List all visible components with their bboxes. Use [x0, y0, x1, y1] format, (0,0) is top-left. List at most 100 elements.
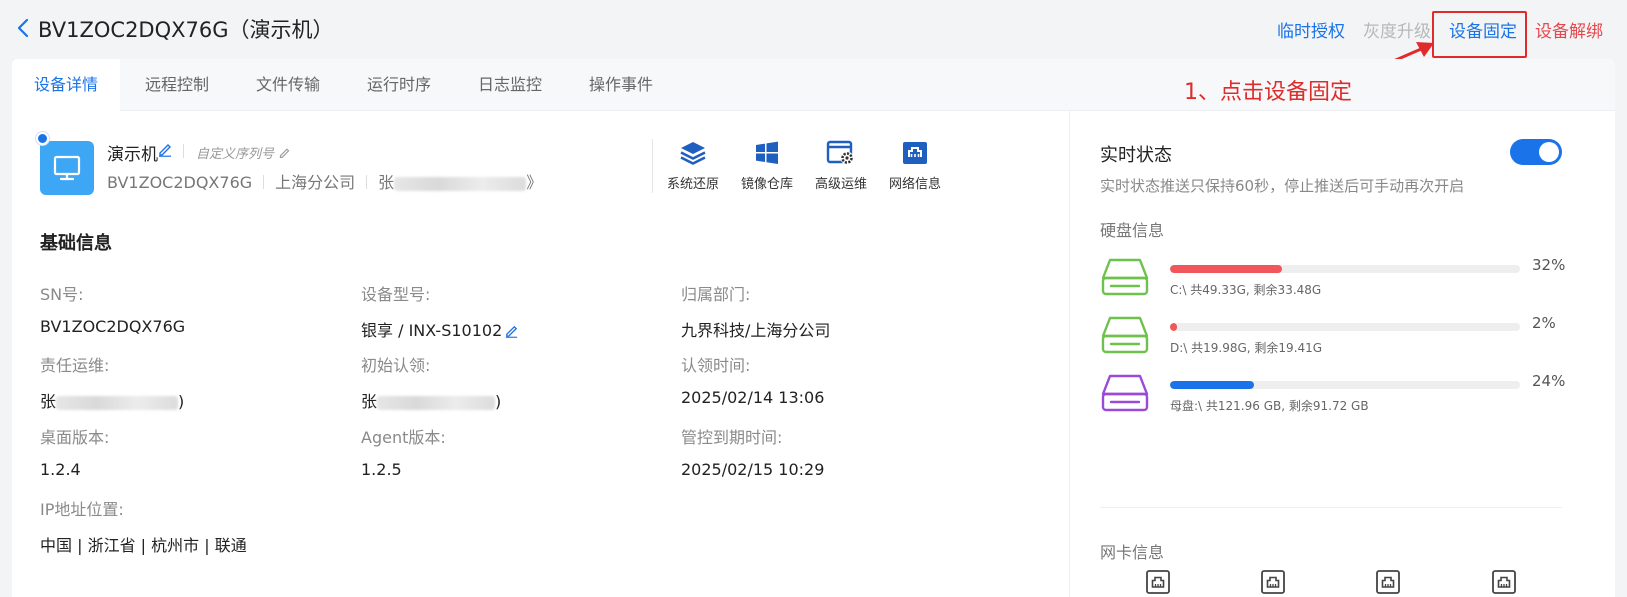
annotation-highlight-box: [1432, 11, 1527, 58]
disk-usage-bar: [1170, 381, 1520, 389]
device-details-pane: 演示机 自定义序列号 BV1ZOC2DQX76G 上海分公司张》 系统还原 镜像…: [12, 111, 1068, 597]
ops-value: 张): [40, 388, 184, 412]
settings-window-icon: [826, 140, 854, 165]
ip-location-label: IP地址位置:: [40, 500, 124, 519]
nic-item[interactable]: 以太网 8: [1102, 569, 1214, 597]
nic-item[interactable]: Loopback Pseudo: [1448, 569, 1560, 597]
basic-info-title: 基础信息: [40, 233, 112, 254]
tab-device-details[interactable]: 设备详情: [12, 59, 121, 112]
device-owner-prefix: 张: [378, 173, 395, 192]
model-value: 银享 / INX-S10102: [361, 321, 503, 340]
tool-label: 镜像仓库: [740, 177, 793, 192]
expire-value: 2025/02/15 10:29: [681, 460, 825, 479]
claim-value: 张): [361, 388, 501, 412]
redacted-owner: [394, 176, 527, 191]
tab-file-transfer[interactable]: 文件传输: [256, 59, 320, 111]
hard-drive-icon: [1101, 258, 1149, 296]
hard-drive-icon: [1101, 316, 1149, 354]
model-label: 设备型号:: [361, 285, 431, 304]
nic-info-title: 网卡信息: [1100, 543, 1165, 562]
desktop-version-label: 桌面版本:: [40, 428, 110, 447]
meta-divider: [366, 175, 368, 189]
gray-upgrade-button[interactable]: 灰度升级: [1363, 17, 1431, 42]
edit-name-icon[interactable]: [157, 141, 173, 157]
tool-label: 系统还原: [666, 177, 719, 192]
disk-usage-fill: [1170, 323, 1177, 331]
ops-value-prefix: 张: [40, 392, 57, 411]
page-header: BV1ZOC2DQX76G（演示机） 临时授权 灰度升级 设备固定 设备解绑: [0, 0, 1627, 68]
system-restore-button[interactable]: 系统还原: [658, 139, 728, 192]
disk-usage-bar: [1170, 323, 1520, 331]
network-info-button[interactable]: 网络信息: [880, 139, 950, 192]
dept-label: 归属部门:: [681, 285, 751, 304]
disk-capacity-info: D:\ 共19.98G, 剩余19.41G: [1170, 341, 1323, 355]
nic-item[interactable]: 蓝牙网络连接 5: [1332, 569, 1444, 597]
claim-time-label: 认领时间:: [681, 356, 751, 375]
realtime-description: 实时状态推送只保持60秒，停止推送后可手动再次开启: [1100, 177, 1465, 195]
network-icon: [903, 142, 927, 164]
hard-drive-icon: [1101, 374, 1149, 412]
agent-version-label: Agent版本:: [361, 428, 446, 447]
advanced-ops-button[interactable]: 高级运维: [806, 139, 876, 192]
disk-capacity-info: C:\ 共49.33G, 剩余33.48G: [1170, 283, 1322, 297]
disk-capacity-info: 母盘:\ 共121.96 GB, 剩余91.72 GB: [1170, 399, 1369, 413]
ip-location-value: 中国 | 浙江省 | 杭州市 | 联通: [40, 536, 247, 555]
expire-label: 管控到期时间:: [681, 428, 783, 447]
custom-serial-field[interactable]: 自定义序列号: [196, 143, 291, 162]
sn-label: SN号:: [40, 285, 84, 304]
device-unbind-button[interactable]: 设备解绑: [1535, 17, 1603, 42]
agent-version-value: 1.2.5: [361, 460, 402, 479]
disk-usage-percent: 32%: [1532, 256, 1566, 274]
ethernet-port-icon: [1376, 570, 1400, 594]
realtime-title: 实时状态: [1100, 145, 1172, 166]
image-repo-button[interactable]: 镜像仓库: [732, 139, 802, 192]
page-title: BV1ZOC2DQX76G（演示机）: [38, 18, 334, 42]
device-owner-suffix: 》: [526, 173, 543, 192]
desktop-version-value: 1.2.4: [40, 460, 81, 479]
nic-item[interactable]: 以太网 9: [1217, 569, 1329, 597]
disk-usage-percent: 2%: [1532, 314, 1556, 332]
ops-label: 责任运维:: [40, 356, 110, 375]
tools-divider: [652, 139, 653, 193]
realtime-status-pane: 实时状态 实时状态推送只保持60秒，停止推送后可手动再次开启 硬盘信息 32% C…: [1069, 111, 1615, 597]
device-serial: BV1ZOC2DQX76G: [107, 173, 253, 192]
ethernet-port-icon: [1146, 570, 1170, 594]
disk-usage-percent: 24%: [1532, 372, 1566, 390]
windows-icon: [756, 141, 778, 164]
tool-label: 网络信息: [888, 177, 941, 192]
ops-value-suffix: ): [178, 392, 185, 411]
edit-model-icon[interactable]: [504, 323, 519, 338]
sn-value: BV1ZOC2DQX76G: [40, 317, 186, 336]
disk-usage-bar: [1170, 265, 1520, 273]
disk-info-title: 硬盘信息: [1100, 221, 1165, 240]
tab-runtime-timeline[interactable]: 运行时序: [367, 59, 431, 111]
claim-label: 初始认领:: [361, 356, 431, 375]
device-branch: 上海分公司: [275, 173, 356, 192]
online-status-dot: [36, 132, 49, 145]
claim-value-suffix: ): [495, 392, 502, 411]
meta-divider: [263, 175, 265, 189]
disk-usage-fill: [1170, 265, 1282, 273]
edit-serial-icon[interactable]: [278, 146, 291, 159]
annotation-text: 1、点击设备固定: [1184, 80, 1352, 105]
tab-bar: 设备详情 远程控制 文件传输 运行时序 日志监控 操作事件: [12, 59, 1615, 112]
back-arrow-icon[interactable]: [14, 17, 34, 39]
device-name: 演示机: [107, 145, 158, 165]
disk-usage-fill: [1170, 381, 1254, 389]
model-value-wrap: 银享 / INX-S10102: [361, 317, 519, 341]
temp-auth-button[interactable]: 临时授权: [1277, 17, 1345, 42]
realtime-toggle[interactable]: [1510, 139, 1562, 165]
section-divider: [1100, 507, 1562, 508]
redacted-ops: [56, 395, 179, 410]
device-meta: BV1ZOC2DQX76G 上海分公司 张 》: [107, 169, 542, 193]
dept-value: 九界科技/上海分公司: [681, 321, 831, 340]
main-card: 设备详情 远程控制 文件传输 运行时序 日志监控 操作事件 演示机 自定义序列号: [12, 59, 1615, 597]
tab-log-monitor[interactable]: 日志监控: [478, 59, 542, 111]
layers-icon: [680, 142, 706, 165]
disk-row: 24% 母盘:\ 共121.96 GB, 剩余91.72 GB: [1100, 372, 1600, 422]
ethernet-port-icon: [1492, 570, 1516, 594]
name-divider: [183, 144, 184, 158]
monitor-icon: [40, 141, 94, 195]
tab-operation-events[interactable]: 操作事件: [589, 59, 653, 111]
tab-remote-control[interactable]: 远程控制: [145, 59, 209, 111]
